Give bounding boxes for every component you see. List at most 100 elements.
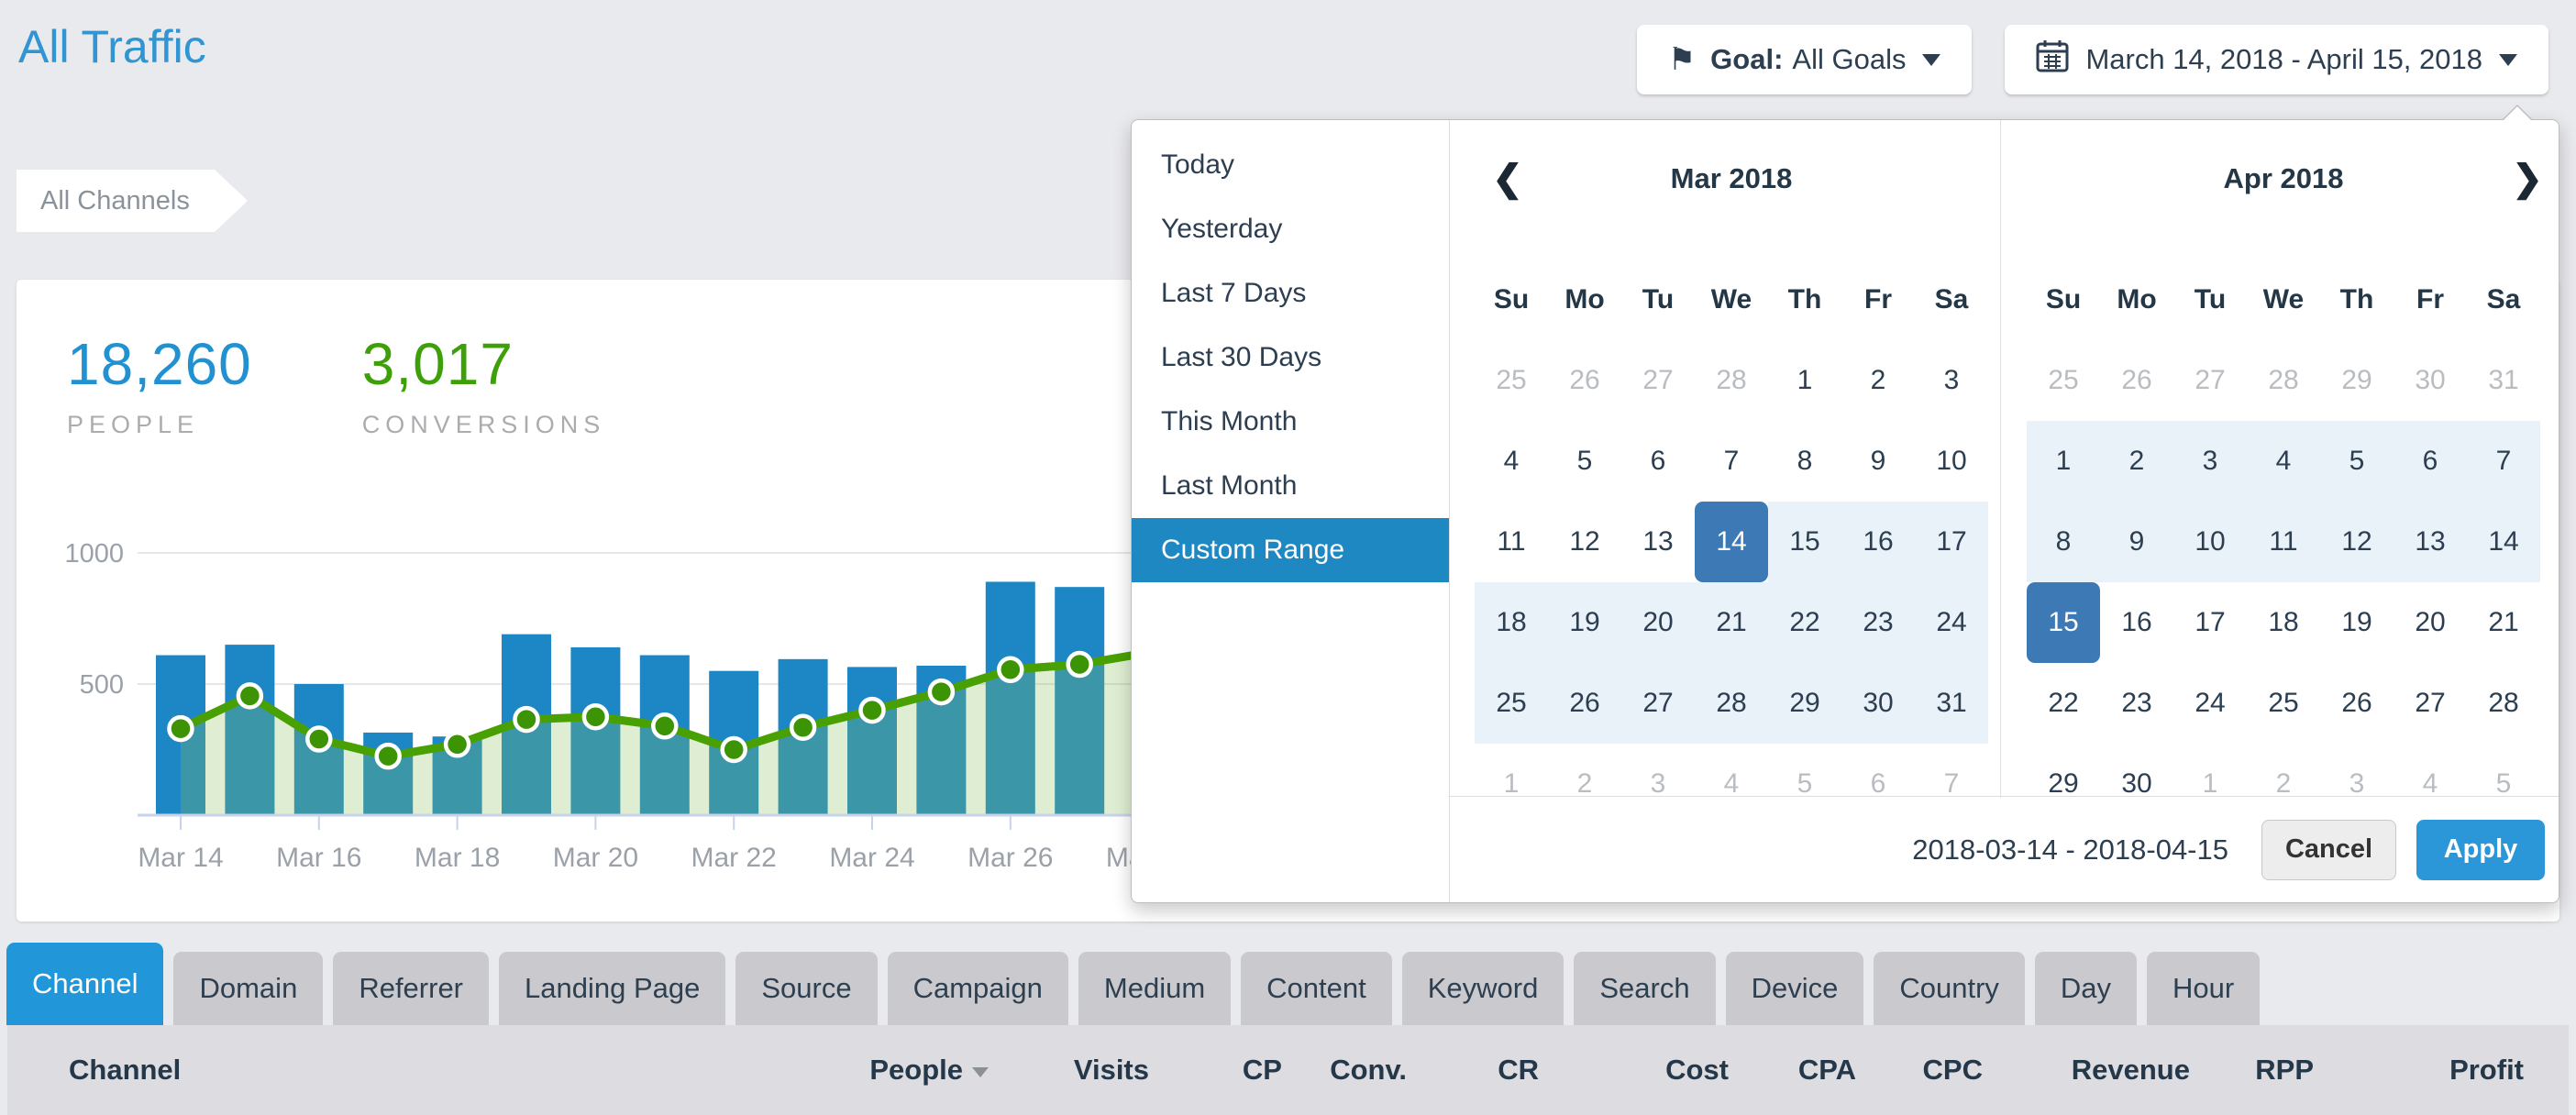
day-cell[interactable]: 26 — [1548, 663, 1621, 744]
column-header-cr[interactable]: CR — [1498, 1025, 1539, 1115]
column-header-conv[interactable]: Conv. — [1330, 1025, 1407, 1115]
day-cell[interactable]: 24 — [2173, 663, 2247, 744]
day-cell[interactable]: 2 — [1841, 340, 1915, 421]
day-cell[interactable]: 1 — [1768, 340, 1841, 421]
day-cell[interactable]: 14 — [2467, 502, 2540, 582]
column-header-cpc[interactable]: CPC — [1923, 1025, 1983, 1115]
day-cell[interactable]: 13 — [2394, 502, 2467, 582]
day-cell[interactable]: 13 — [1621, 502, 1695, 582]
tab-country[interactable]: Country — [1874, 952, 2025, 1025]
preset-last-7-days[interactable]: Last 7 Days — [1132, 261, 1449, 326]
day-cell[interactable]: 23 — [2100, 663, 2173, 744]
tab-content[interactable]: Content — [1241, 952, 1392, 1025]
tab-day[interactable]: Day — [2035, 952, 2137, 1025]
day-cell[interactable]: 3 — [2173, 421, 2247, 502]
day-cell[interactable]: 5 — [2320, 421, 2394, 502]
day-cell[interactable]: 20 — [2394, 582, 2467, 663]
day-cell[interactable]: 17 — [2173, 582, 2247, 663]
day-cell[interactable]: 10 — [2173, 502, 2247, 582]
column-header-cost[interactable]: Cost — [1665, 1025, 1729, 1115]
tab-medium[interactable]: Medium — [1078, 952, 1231, 1025]
column-header-channel[interactable]: Channel — [69, 1025, 181, 1115]
tab-referrer[interactable]: Referrer — [333, 952, 489, 1025]
tab-search[interactable]: Search — [1574, 952, 1715, 1025]
day-cell[interactable]: 29 — [1768, 663, 1841, 744]
day-cell[interactable]: 4 — [2247, 421, 2320, 502]
day-cell[interactable]: 22 — [2027, 663, 2100, 744]
day-cell[interactable]: 12 — [2320, 502, 2394, 582]
tab-device[interactable]: Device — [1726, 952, 1864, 1025]
day-cell[interactable]: 21 — [2467, 582, 2540, 663]
day-cell[interactable]: 4 — [1475, 421, 1548, 502]
day-cell[interactable]: 5 — [1548, 421, 1621, 502]
day-cell[interactable]: 20 — [1621, 582, 1695, 663]
column-header-visits[interactable]: Visits — [1074, 1025, 1149, 1115]
column-header-revenue[interactable]: Revenue — [2072, 1025, 2190, 1115]
day-cell[interactable]: 7 — [2467, 421, 2540, 502]
day-cell[interactable]: 25 — [1475, 663, 1548, 744]
cancel-button[interactable]: Cancel — [2261, 820, 2396, 880]
day-cell[interactable]: 8 — [1768, 421, 1841, 502]
day-cell[interactable]: 3 — [1915, 340, 1988, 421]
day-cell[interactable]: 31 — [1915, 663, 1988, 744]
day-cell[interactable]: 28 — [2467, 663, 2540, 744]
column-header-cpa[interactable]: CPA — [1798, 1025, 1856, 1115]
day-cell[interactable]: 16 — [1841, 502, 1915, 582]
day-cell[interactable]: 17 — [1915, 502, 1988, 582]
preset-custom-range[interactable]: Custom Range — [1132, 518, 1449, 582]
tab-domain[interactable]: Domain — [173, 952, 323, 1025]
day-cell[interactable]: 9 — [1841, 421, 1915, 502]
day-cell[interactable]: 19 — [2320, 582, 2394, 663]
day-cell[interactable]: 21 — [1695, 582, 1768, 663]
day-cell[interactable]: 6 — [1621, 421, 1695, 502]
day-cell[interactable]: 27 — [2394, 663, 2467, 744]
day-cell[interactable]: 24 — [1915, 582, 1988, 663]
apply-button[interactable]: Apply — [2416, 820, 2545, 880]
preset-last-month[interactable]: Last Month — [1132, 454, 1449, 518]
tab-campaign[interactable]: Campaign — [888, 952, 1068, 1025]
day-cell[interactable]: 16 — [2100, 582, 2173, 663]
day-cell[interactable]: 12 — [1548, 502, 1621, 582]
preset-today[interactable]: Today — [1132, 133, 1449, 197]
day-cell[interactable]: 15 — [1768, 502, 1841, 582]
day-cell[interactable]: 8 — [2027, 502, 2100, 582]
day-cell[interactable]: 23 — [1841, 582, 1915, 663]
date-range-button[interactable]: March 14, 2018 - April 15, 2018 — [2005, 25, 2548, 94]
day-cell-selected[interactable]: 15 — [2027, 582, 2100, 663]
column-header-cp[interactable]: CP — [1243, 1025, 1282, 1115]
day-cell-selected[interactable]: 14 — [1695, 502, 1768, 582]
day-cell[interactable]: 27 — [1621, 663, 1695, 744]
preset-this-month[interactable]: This Month — [1132, 390, 1449, 454]
preset-last-30-days[interactable]: Last 30 Days — [1132, 326, 1449, 390]
day-cell[interactable]: 25 — [2247, 663, 2320, 744]
column-header-rpp[interactable]: RPP — [2255, 1025, 2314, 1115]
day-cell[interactable]: 18 — [2247, 582, 2320, 663]
day-cell[interactable]: 10 — [1915, 421, 1988, 502]
tab-source[interactable]: Source — [735, 952, 877, 1025]
day-cell[interactable]: 6 — [2394, 421, 2467, 502]
goal-dropdown-button[interactable]: ⚑ Goal: All Goals — [1637, 25, 1973, 94]
day-cell[interactable]: 11 — [2247, 502, 2320, 582]
day-cell[interactable]: 9 — [2100, 502, 2173, 582]
people-stat: 18,260 PEOPLE — [67, 330, 252, 439]
day-cell: 27 — [2173, 340, 2247, 421]
day-cell[interactable]: 28 — [1695, 663, 1768, 744]
preset-yesterday[interactable]: Yesterday — [1132, 197, 1449, 261]
svg-text:Mar 24: Mar 24 — [829, 843, 914, 873]
day-cell[interactable]: 26 — [2320, 663, 2394, 744]
tab-hour[interactable]: Hour — [2147, 952, 2260, 1025]
day-cell[interactable]: 22 — [1768, 582, 1841, 663]
day-cell[interactable]: 30 — [1841, 663, 1915, 744]
tab-channel[interactable]: Channel — [6, 943, 163, 1025]
tab-keyword[interactable]: Keyword — [1402, 952, 1564, 1025]
tab-landing-page[interactable]: Landing Page — [499, 952, 725, 1025]
day-cell[interactable]: 7 — [1695, 421, 1768, 502]
day-cell[interactable]: 2 — [2100, 421, 2173, 502]
day-cell[interactable]: 1 — [2027, 421, 2100, 502]
breadcrumb-all-channels[interactable]: All Channels — [17, 170, 248, 232]
column-header-people[interactable]: People — [869, 1025, 989, 1115]
day-cell[interactable]: 18 — [1475, 582, 1548, 663]
column-header-profit[interactable]: Profit — [2449, 1025, 2524, 1115]
day-cell[interactable]: 19 — [1548, 582, 1621, 663]
day-cell[interactable]: 11 — [1475, 502, 1548, 582]
